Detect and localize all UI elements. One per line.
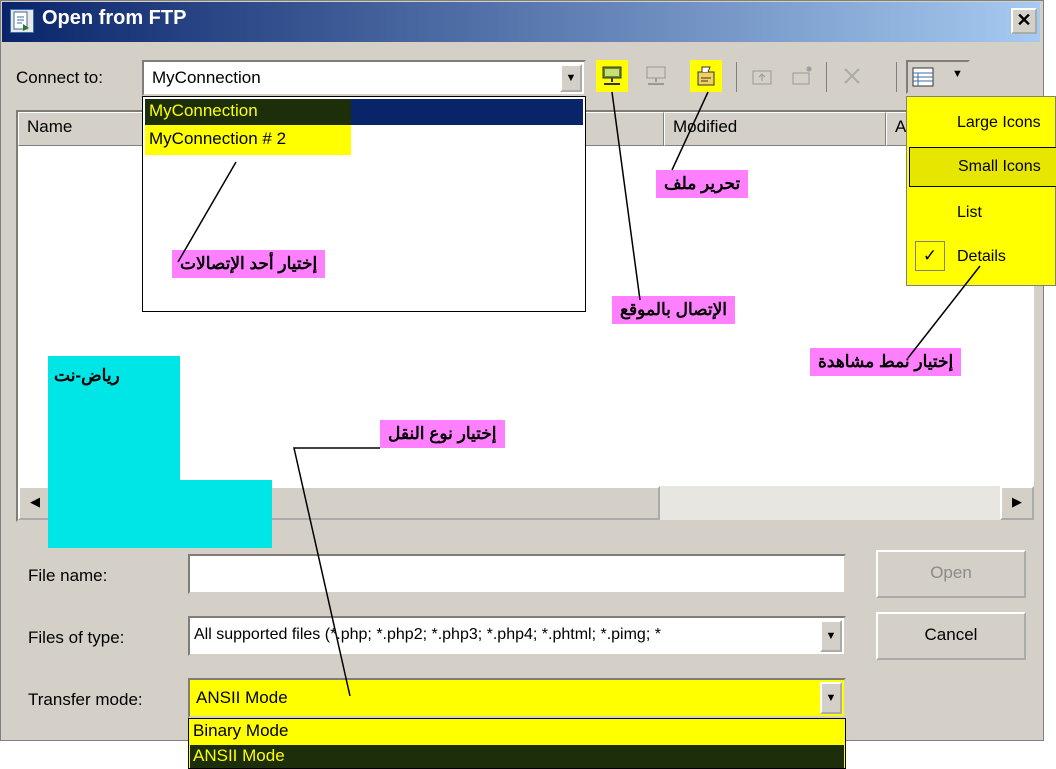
watermark-block bbox=[180, 480, 272, 548]
transfer-mode-dropdown-list[interactable]: Binary Mode ANSII Mode bbox=[188, 718, 846, 769]
view-menu-button[interactable]: ▼ bbox=[906, 60, 970, 94]
app-icon bbox=[10, 9, 34, 33]
watermark-text: رياض-نت bbox=[54, 366, 120, 385]
transfer-option[interactable]: Binary Mode bbox=[193, 721, 288, 741]
connect-select[interactable]: MyConnection ▼ bbox=[142, 60, 586, 96]
close-button[interactable]: ✕ bbox=[1011, 8, 1037, 34]
view-menu-item-large-icons[interactable]: Large Icons bbox=[909, 101, 1056, 145]
toolbar-separator bbox=[736, 62, 737, 92]
edit-file-button[interactable] bbox=[690, 60, 722, 92]
view-menu: Large Icons Small Icons List ✓ Details bbox=[906, 96, 1056, 286]
scroll-right-icon[interactable]: ▶ bbox=[1000, 486, 1034, 520]
close-icon: ✕ bbox=[1016, 10, 1032, 30]
files-type-label: Files of type: bbox=[28, 628, 125, 647]
cancel-button[interactable]: Cancel bbox=[876, 612, 1026, 660]
scroll-left-icon[interactable]: ◀ bbox=[18, 486, 52, 520]
chevron-down-icon[interactable]: ▼ bbox=[560, 64, 582, 92]
file-name-input[interactable] bbox=[188, 554, 846, 594]
transfer-mode-value: ANSII Mode bbox=[196, 688, 288, 707]
annotation-view-mode: إختيار نمط مشاهدة bbox=[810, 348, 962, 376]
delete-icon bbox=[844, 68, 860, 84]
transfer-mode-select[interactable]: ANSII Mode ▼ bbox=[188, 678, 846, 718]
view-menu-item-list[interactable]: List bbox=[909, 191, 1056, 235]
view-details-icon bbox=[912, 67, 934, 87]
chevron-down-icon[interactable]: ▼ bbox=[820, 682, 842, 714]
new-folder-icon bbox=[792, 66, 812, 85]
connect-dropdown-list[interactable]: MyConnection MyConnection # 2 bbox=[142, 96, 586, 312]
toolbar-separator bbox=[896, 62, 897, 92]
menu-item-label: Large Icons bbox=[957, 114, 1041, 131]
checkmark-icon: ✓ bbox=[915, 241, 945, 271]
connect-value: MyConnection bbox=[152, 68, 261, 87]
menu-item-label: Small Icons bbox=[958, 158, 1041, 175]
window-title: Open from FTP bbox=[42, 7, 187, 29]
annotation-edit-file: تحرير ملف bbox=[656, 170, 749, 198]
connect-icon bbox=[602, 66, 622, 85]
view-menu-item-details[interactable]: ✓ Details bbox=[909, 235, 1056, 279]
delete-button[interactable] bbox=[836, 60, 868, 92]
files-type-value: All supported files (*.php; *.php2; *.ph… bbox=[194, 626, 661, 643]
disconnect-icon bbox=[646, 66, 666, 85]
disconnect-button[interactable] bbox=[640, 60, 672, 92]
connect-option[interactable]: MyConnection bbox=[149, 101, 258, 121]
transfer-option[interactable]: ANSII Mode bbox=[193, 746, 285, 766]
connect-option[interactable]: MyConnection # 2 bbox=[149, 129, 286, 149]
files-type-select[interactable]: All supported files (*.php; *.php2; *.ph… bbox=[188, 616, 846, 656]
open-button[interactable]: Open bbox=[876, 550, 1026, 598]
view-menu-item-small-icons[interactable]: Small Icons bbox=[909, 147, 1056, 187]
transfer-option-active-bg bbox=[190, 745, 844, 768]
transfer-mode-label: Transfer mode: bbox=[28, 690, 143, 709]
new-folder-button[interactable] bbox=[786, 60, 818, 92]
connect-label: Connect to: bbox=[16, 68, 103, 87]
column-header-modified[interactable]: Modified bbox=[664, 112, 886, 146]
annotation-transfer-type: إختيار نوع النقل bbox=[380, 420, 505, 448]
file-name-label: File name: bbox=[28, 566, 108, 585]
connect-site-button[interactable] bbox=[596, 60, 628, 92]
chevron-down-icon[interactable]: ▼ bbox=[820, 620, 842, 652]
toolbar-separator bbox=[826, 62, 827, 92]
annotation-choose-connection: إختيار أحد الإتصالات bbox=[172, 250, 326, 278]
menu-item-label: List bbox=[957, 204, 982, 221]
edit-file-icon bbox=[697, 66, 715, 86]
up-folder-button[interactable] bbox=[746, 60, 778, 92]
up-folder-icon bbox=[752, 70, 772, 85]
chevron-down-icon: ▼ bbox=[952, 68, 963, 80]
annotation-connect-site: الإتصال بالموقع bbox=[612, 296, 736, 324]
